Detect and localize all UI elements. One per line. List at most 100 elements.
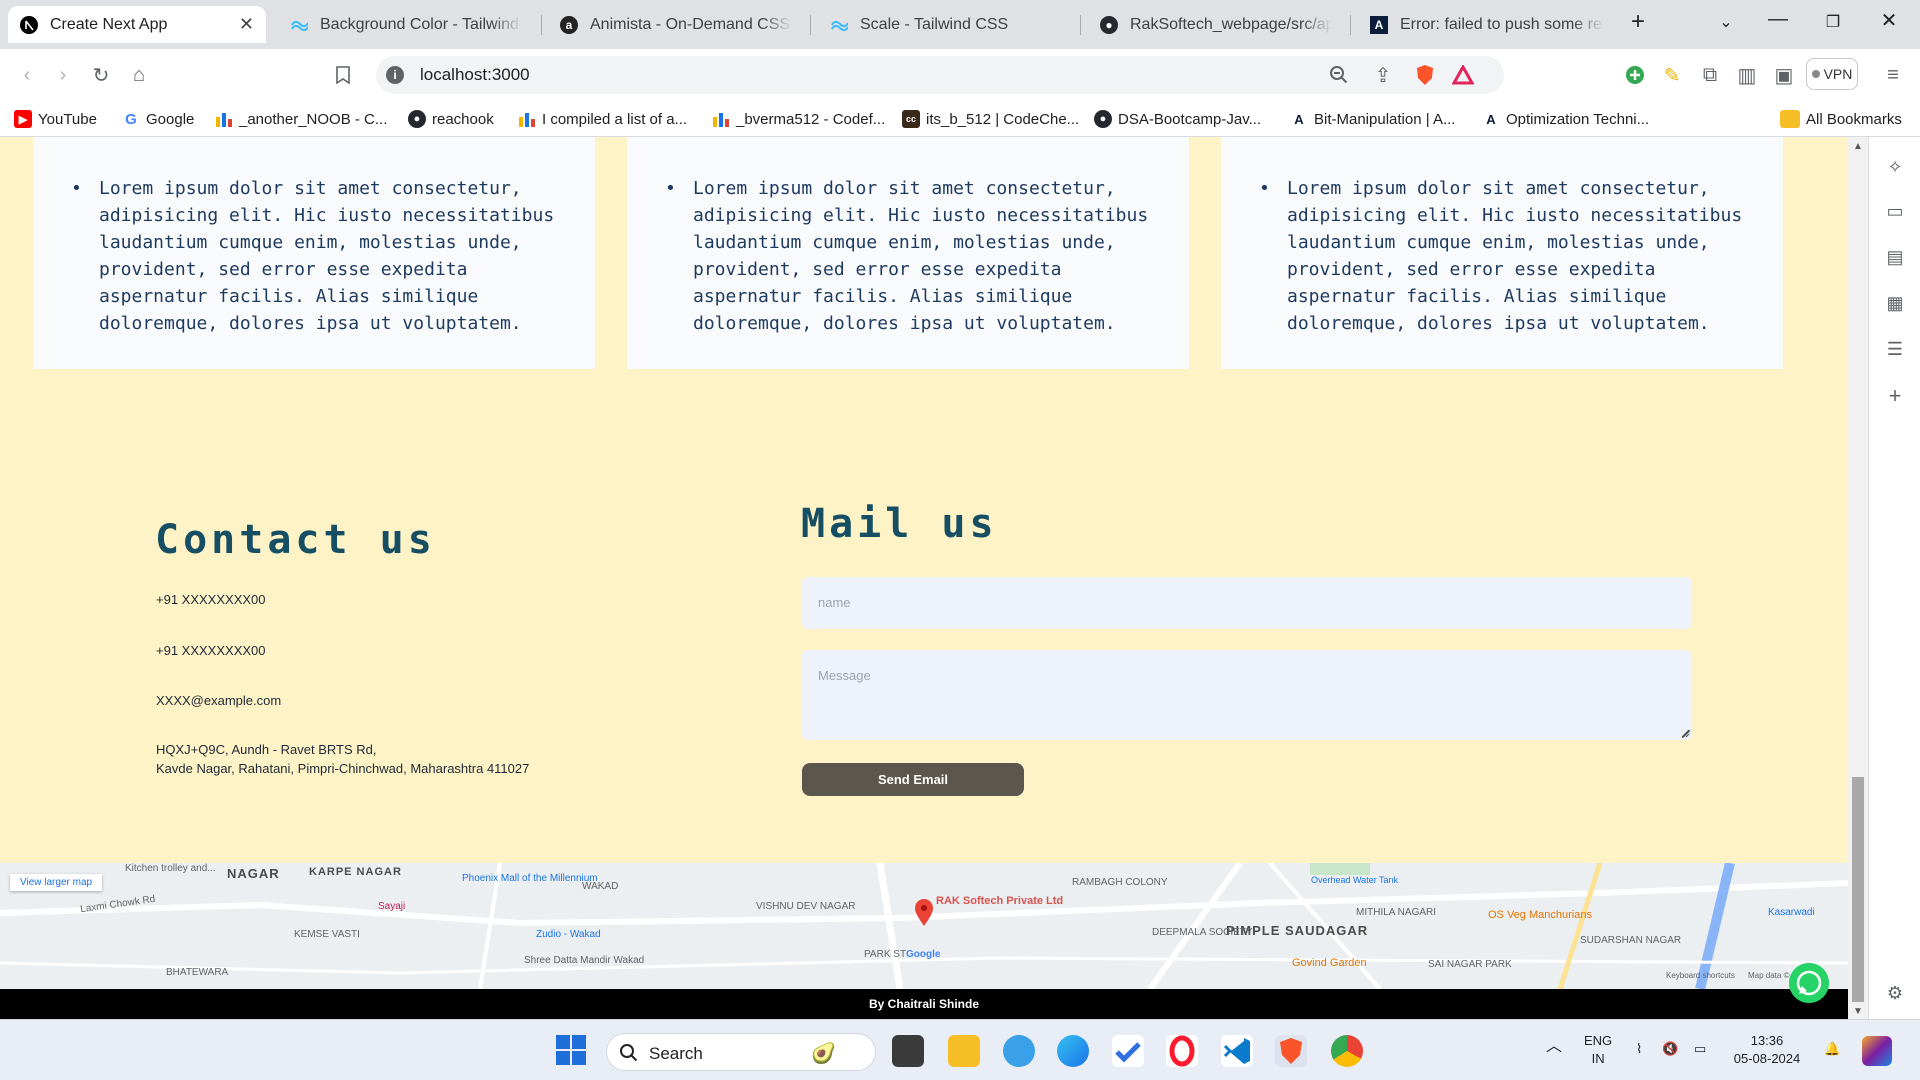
taskbar-search[interactable]: Search 🥑 [606,1033,876,1071]
close-tab-icon[interactable]: ✕ [239,14,254,35]
card-text: Lorem ipsum dolor sit amet consectetur, … [1257,175,1753,337]
tab-search-icon[interactable]: ⌄ [1711,12,1741,32]
tab-error[interactable]: A Error: failed to push some refs to [1358,6,1616,43]
view-larger-map-link[interactable]: View larger map [10,874,103,891]
reload-button[interactable]: ↻ [88,62,114,88]
contact-phone-2: +91 XXXXXXXX00 [156,643,266,658]
brave-icon[interactable] [1275,1035,1307,1067]
tab-separator [1350,15,1351,35]
send-email-button[interactable]: Send Email [802,763,1024,796]
codechef-icon: cc [902,110,920,128]
address-bar[interactable]: i localhost:3000 ⇪ [376,56,1504,94]
leo-ai-icon[interactable]: ✧ [1883,157,1907,181]
bookmark-compiled-list[interactable]: I compiled a list of a... [518,110,687,128]
edge-icon[interactable] [1057,1035,1089,1067]
browser-side-panel: ✧ ▭ ▤ ▦ ☰ + ⚙ [1868,137,1920,1019]
wallet-panel-icon[interactable]: ▤ [1883,247,1907,271]
vscode-icon[interactable] [1221,1035,1253,1067]
bookmark-icon[interactable] [330,62,356,88]
home-button[interactable]: ⌂ [126,62,152,88]
todo-icon[interactable] [1112,1035,1144,1067]
bookmark-youtube[interactable]: ▶ YouTube [14,110,97,128]
file-explorer-icon[interactable] [948,1035,980,1067]
restore-button[interactable]: ❐ [1818,12,1848,32]
wallet-icon[interactable]: ▣ [1771,62,1797,88]
github-icon: ● [1100,15,1118,34]
bookmark-dsa-bootcamp[interactable]: ● DSA-Bootcamp-Jav... [1094,110,1261,128]
google-map[interactable]: View larger map Kitchen trolley and... N… [0,863,1848,989]
new-tab-button[interactable]: + [1623,8,1653,36]
volume-muted-icon[interactable]: 🔇 [1662,1040,1678,1058]
site-info-icon[interactable]: i [386,66,404,84]
scroll-up-icon[interactable]: ▲ [1853,141,1863,152]
bookmark-another-noob[interactable]: _another_NOOB - C... [215,110,387,128]
animista-icon: a [560,15,578,34]
battery-icon[interactable]: ▭ [1694,1040,1706,1058]
message-textarea[interactable]: Message [802,650,1692,740]
bookmark-bverma[interactable]: _bverma512 - Codef... [712,110,885,128]
chrome-icon[interactable] [1331,1035,1363,1067]
mail-title: Mail us [801,501,998,547]
all-bookmarks[interactable]: All Bookmarks [1780,110,1902,128]
news-icon[interactable]: ▭ [1883,201,1907,225]
share-icon[interactable]: ⇪ [1370,62,1396,88]
tab-github[interactable]: ● RakSoftech_webpage/src/app at main [1088,6,1344,43]
bookmark-google[interactable]: G Google [122,110,194,128]
opera-icon[interactable] [1166,1035,1198,1067]
reading-list-icon[interactable]: ☰ [1883,339,1907,363]
vpn-status-dot [1811,70,1820,78]
page-scrollbar[interactable]: ▲ ▼ [1848,137,1868,1019]
whatsapp-icon[interactable] [1789,963,1829,1003]
brave-rewards-icon[interactable] [1450,62,1476,88]
bookmarks-panel-icon[interactable]: ▦ [1883,293,1907,317]
back-button[interactable]: ‹ [14,62,40,88]
add-panel-icon[interactable]: + [1883,383,1907,408]
tray-overflow-icon[interactable]: ︿ [1546,1038,1562,1056]
notification-bell-icon[interactable]: 🔔 [1824,1040,1840,1058]
tab-animista[interactable]: a Animista - On-Demand CSS Animations [548,6,804,43]
contact-phone-1: +91 XXXXXXXX00 [156,592,266,607]
scroll-down-icon[interactable]: ▼ [1853,1006,1863,1017]
brave-shield-icon[interactable] [1412,62,1438,88]
tab-scale[interactable]: Scale - Tailwind CSS [818,6,1074,43]
scrollbar-thumb[interactable] [1852,777,1864,1002]
bookmark-codechef[interactable]: cc its_b_512 | CodeChe... [902,110,1079,128]
wifi-icon[interactable]: ⌇ [1636,1040,1642,1058]
extensions-icon[interactable]: ⧉ [1697,62,1723,88]
bookmark-reachook[interactable]: ● reachook [408,110,494,128]
tailwind-icon [830,16,848,34]
language-indicator[interactable]: ENG IN [1584,1032,1612,1068]
windows-start-icon[interactable] [556,1035,586,1070]
bookmark-optimization[interactable]: A Optimization Techni... [1482,110,1649,128]
zoom-icon[interactable] [1326,62,1352,88]
codeforces-icon [518,110,536,128]
search-icon [620,1044,638,1062]
menu-icon[interactable]: ≡ [1880,62,1906,88]
map-pin-icon[interactable] [914,899,934,927]
folder-icon [1780,110,1800,128]
vpn-button[interactable]: VPN [1806,58,1858,90]
feature-card: Lorem ipsum dolor sit amet consectetur, … [627,137,1189,369]
name-input[interactable]: name [802,577,1692,629]
extension-green-icon[interactable] [1622,62,1648,88]
tab-separator [541,15,542,35]
extension-color-icon[interactable]: ✎ [1659,62,1685,88]
close-window-button[interactable]: ✕ [1874,8,1904,33]
map-marker-label[interactable]: RAK Softech Private Ltd [936,895,1063,907]
resize-handle-icon[interactable] [1680,728,1690,738]
task-view-icon[interactable] [892,1035,924,1067]
search-highlight-icon: 🥑 [811,1043,836,1065]
copilot-icon[interactable] [1862,1036,1892,1066]
tab-create-next-app[interactable]: Create Next App ✕ [8,6,266,43]
contact-title: Contact us [155,517,436,563]
youtube-icon: ▶ [14,110,32,128]
tab-background-color[interactable]: Background Color - Tailwind CSS [278,6,534,43]
forward-button[interactable]: › [50,62,76,88]
weather-app-icon[interactable] [1003,1035,1035,1067]
bookmark-bit-manipulation[interactable]: A Bit-Manipulation | A... [1290,110,1455,128]
page-content: Lorem ipsum dolor sit amet consectetur, … [0,137,1848,1019]
sidebar-toggle-icon[interactable]: ▥ [1734,62,1760,88]
settings-gear-icon[interactable]: ⚙ [1883,983,1907,1007]
clock[interactable]: 13:36 05-08-2024 [1732,1032,1802,1068]
minimize-button[interactable]: — [1763,8,1793,31]
